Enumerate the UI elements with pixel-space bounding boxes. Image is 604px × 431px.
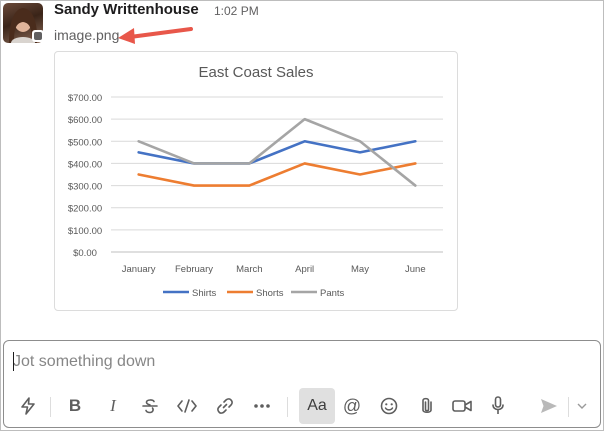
bold-button[interactable]: B (60, 390, 90, 422)
video-clip-button[interactable] (447, 390, 477, 422)
y-tick-label: $500.00 (68, 137, 102, 148)
shortcuts-icon (21, 397, 35, 415)
y-tick-label: $100.00 (68, 226, 102, 237)
message-composer: B I (3, 340, 601, 428)
chevron-down-icon (577, 403, 587, 409)
code-button[interactable] (172, 390, 202, 422)
bold-label: B (68, 396, 82, 415)
attachment-filename[interactable]: image.png (54, 27, 119, 43)
y-tick-label: $700.00 (68, 93, 102, 104)
mention-label: @ (342, 395, 362, 416)
presence-indicator (32, 30, 44, 42)
formatting-toggle-button[interactable]: Aa (299, 388, 335, 424)
emoji-button[interactable] (374, 390, 404, 422)
legend-label-shirts: Shirts (192, 288, 217, 299)
y-tick-label: $600.00 (68, 115, 102, 126)
formatting-toggle-label: Aa (307, 397, 327, 414)
x-tick-label: June (405, 264, 426, 275)
text-caret (13, 352, 14, 371)
emoji-icon (380, 397, 398, 415)
sender-name[interactable]: Sandy Writtenhouse (54, 1, 199, 18)
formatting-toolbar: B I Aa @ (4, 388, 600, 425)
code-icon (177, 399, 197, 413)
annotation-arrow-icon (118, 27, 193, 44)
strikethrough-button[interactable] (135, 390, 165, 422)
shortcuts-button[interactable] (13, 390, 43, 422)
more-formatting-button[interactable] (247, 390, 277, 422)
audio-clip-button[interactable] (483, 390, 513, 422)
link-icon (217, 398, 233, 414)
paperclip-icon (422, 397, 432, 414)
toolbar-divider (287, 397, 288, 417)
x-tick-label: March (236, 264, 262, 275)
link-button[interactable] (210, 390, 240, 422)
y-tick-label: $400.00 (68, 159, 102, 170)
video-icon (452, 400, 472, 412)
x-tick-label: April (295, 264, 314, 275)
send-icon (541, 399, 557, 413)
legend-label-shorts: Shorts (256, 288, 284, 299)
legend-label-pants: Pants (320, 288, 345, 299)
x-tick-label: January (122, 264, 156, 275)
message-timestamp[interactable]: 1:02 PM (214, 4, 259, 18)
y-tick-label: $300.00 (68, 182, 102, 193)
send-options-button[interactable] (569, 390, 595, 422)
microphone-icon (492, 396, 504, 414)
italic-label: I (110, 396, 116, 415)
line-chart: East Coast Sales $0.00 $100.00 $200.00 $300.… (68, 64, 443, 299)
message-input[interactable] (13, 351, 583, 373)
image-attachment[interactable]: East Coast Sales $0.00 $100.00 $200.00 $300.… (54, 51, 458, 311)
series-line-shorts (137, 162, 417, 187)
toolbar-divider (50, 397, 51, 417)
attach-file-button[interactable] (412, 390, 442, 422)
more-icon (254, 404, 270, 408)
mention-button[interactable]: @ (337, 390, 367, 422)
send-button[interactable] (534, 390, 564, 422)
x-tick-label: May (351, 264, 369, 275)
y-tick-label: $0.00 (73, 248, 97, 259)
italic-button[interactable]: I (98, 390, 128, 422)
chart-title: East Coast Sales (198, 64, 313, 81)
x-tick-label: February (175, 264, 213, 275)
y-tick-label: $200.00 (68, 204, 102, 215)
strikethrough-icon (142, 399, 158, 414)
